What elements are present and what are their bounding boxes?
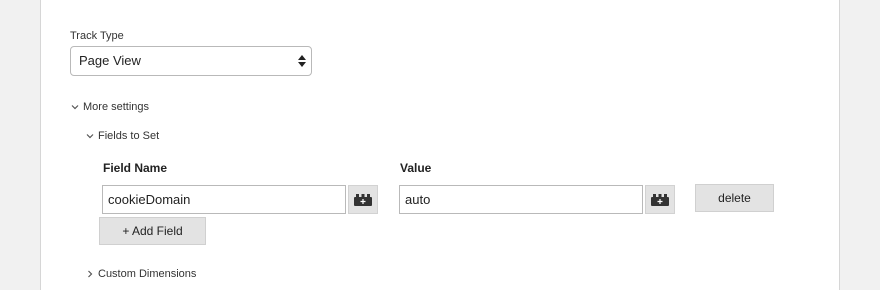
variable-block-icon [651, 193, 669, 206]
chevron-down-icon [86, 134, 94, 139]
custom-dimensions-toggle[interactable]: Custom Dimensions [85, 268, 196, 280]
field-name-variable-button[interactable] [348, 185, 378, 214]
track-type-selected-value: Page View [79, 53, 141, 68]
more-settings-toggle[interactable]: More settings [70, 101, 149, 113]
custom-dimensions-label: Custom Dimensions [98, 268, 197, 280]
variable-block-icon [354, 193, 372, 206]
chevron-down-icon [71, 105, 79, 110]
track-type-select[interactable]: Page View [70, 46, 312, 76]
field-name-input[interactable]: cookieDomain [102, 185, 346, 214]
more-settings-label: More settings [83, 101, 150, 113]
field-value-input[interactable]: auto [399, 185, 643, 214]
track-type-label: Track Type [70, 30, 124, 42]
fields-to-set-label: Fields to Set [98, 130, 160, 142]
select-arrows-icon [298, 55, 306, 67]
chevron-right-icon [88, 270, 93, 278]
delete-field-button[interactable]: delete [695, 184, 774, 212]
field-value-variable-button[interactable] [645, 185, 675, 214]
fields-to-set-toggle[interactable]: Fields to Set [85, 130, 159, 142]
tag-config-panel: Track Type Page View More settings Field… [40, 0, 840, 290]
value-column-header: Value [400, 161, 432, 175]
field-name-column-header: Field Name [103, 161, 168, 175]
add-field-button[interactable]: + Add Field [99, 217, 206, 245]
